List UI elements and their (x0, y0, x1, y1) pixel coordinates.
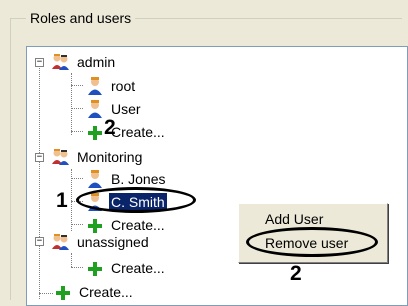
users-group-icon (52, 234, 69, 250)
tree-line (71, 178, 83, 179)
node-label-root: root (111, 78, 136, 94)
tree-line (71, 253, 72, 267)
roles-tree[interactable]: − − − admin root User Create... Monitori… (26, 46, 408, 306)
expander-admin[interactable]: − (35, 58, 44, 67)
tree-node-create-unassigned[interactable]: Create... (85, 256, 167, 280)
user-icon (88, 170, 102, 188)
expander-monitoring[interactable]: − (35, 153, 44, 162)
tree-node-unassigned[interactable]: unassigned (51, 230, 151, 254)
groupbox-title: Roles and users (26, 10, 136, 26)
tree-node-create-root[interactable]: Create... (53, 280, 135, 304)
tree-line (71, 131, 83, 132)
node-label-create-unassigned: Create... (111, 260, 165, 276)
tree-line (71, 224, 83, 225)
tree-line (71, 85, 83, 86)
annotation-ellipse-csmith (76, 187, 196, 213)
tree-line (39, 63, 40, 299)
annotation-number-2-create: 2 (104, 116, 116, 139)
green-plus-icon (56, 286, 70, 300)
node-label-unassigned: unassigned (77, 234, 149, 250)
node-label-bjones: B. Jones (111, 171, 166, 187)
annotation-number-2-menu: 2 (290, 262, 302, 285)
node-label-create-root: Create... (79, 284, 133, 300)
annotation-number-1: 1 (56, 189, 68, 212)
annotation-ellipse-remove-user (246, 227, 378, 257)
users-group-icon (52, 54, 69, 70)
tree-node-create-admin[interactable]: Create... (85, 120, 167, 144)
node-label-create-admin: Create... (111, 124, 165, 140)
green-plus-icon (88, 126, 102, 140)
node-label-monitoring: Monitoring (77, 149, 143, 165)
tree-node-root[interactable]: root (85, 74, 137, 98)
node-label-admin: admin (77, 54, 116, 70)
user-icon (88, 77, 102, 95)
user-icon (88, 100, 102, 118)
tree-line (71, 73, 72, 135)
tree-node-admin[interactable]: admin (51, 50, 117, 74)
expander-unassigned[interactable]: − (35, 237, 44, 246)
tree-line (39, 293, 53, 294)
users-group-icon (52, 149, 69, 165)
tree-node-monitoring[interactable]: Monitoring (51, 145, 144, 169)
tree-line (71, 108, 83, 109)
green-plus-icon (88, 262, 102, 276)
tree-line (71, 267, 83, 268)
